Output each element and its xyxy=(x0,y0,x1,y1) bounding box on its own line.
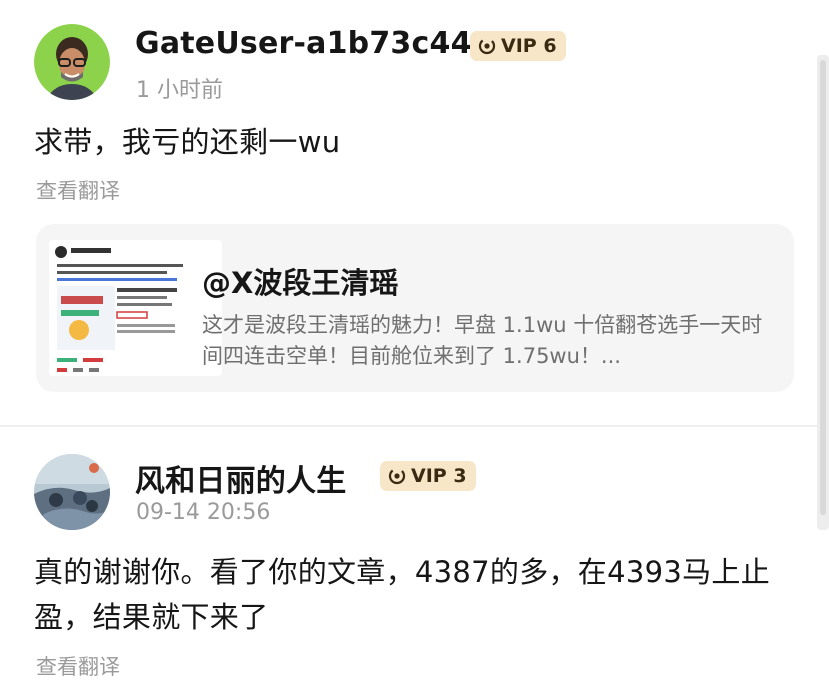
vip-badge: VIP 3 xyxy=(380,461,476,491)
quoted-post-card[interactable]: @X波段王清瑶 这才是波段王清瑶的魅力！早盘 1.1wu 十倍翻苍选手一天时间四… xyxy=(36,224,794,392)
timestamp: 1 小时前 xyxy=(136,78,223,103)
avatar[interactable] xyxy=(34,24,110,100)
translate-link[interactable]: 查看翻译 xyxy=(36,175,120,205)
vip-badge: VIP 6 xyxy=(470,31,566,61)
quoted-post-thumbnail xyxy=(49,240,222,376)
translate-link[interactable]: 查看翻译 xyxy=(36,651,120,681)
timestamp: 09-14 20:56 xyxy=(136,500,271,525)
quoted-post-author: @X波段王清瑶 xyxy=(202,266,399,300)
username[interactable]: 风和日丽的人生 xyxy=(135,456,346,500)
username[interactable]: GateUser-a1b73c44 xyxy=(135,26,472,61)
scrollbar-thumb[interactable] xyxy=(820,60,826,515)
vip-label: VIP 3 xyxy=(411,465,467,487)
avatar[interactable] xyxy=(34,454,110,530)
vip-label: VIP 6 xyxy=(501,35,557,57)
comment-text: 真的谢谢你。看了你的文章，4387的多，在4393马上止盈，结果就下来了 xyxy=(34,555,771,634)
divider xyxy=(0,425,829,427)
quoted-post-excerpt: 这才是波段王清瑶的魅力！早盘 1.1wu 十倍翻苍选手一天时间四连击空单！目前舱… xyxy=(202,313,763,368)
comment-text: 求带，我亏的还剩一wu xyxy=(34,125,341,159)
vip-badge-icon xyxy=(478,37,496,55)
vip-badge-icon xyxy=(388,467,406,485)
